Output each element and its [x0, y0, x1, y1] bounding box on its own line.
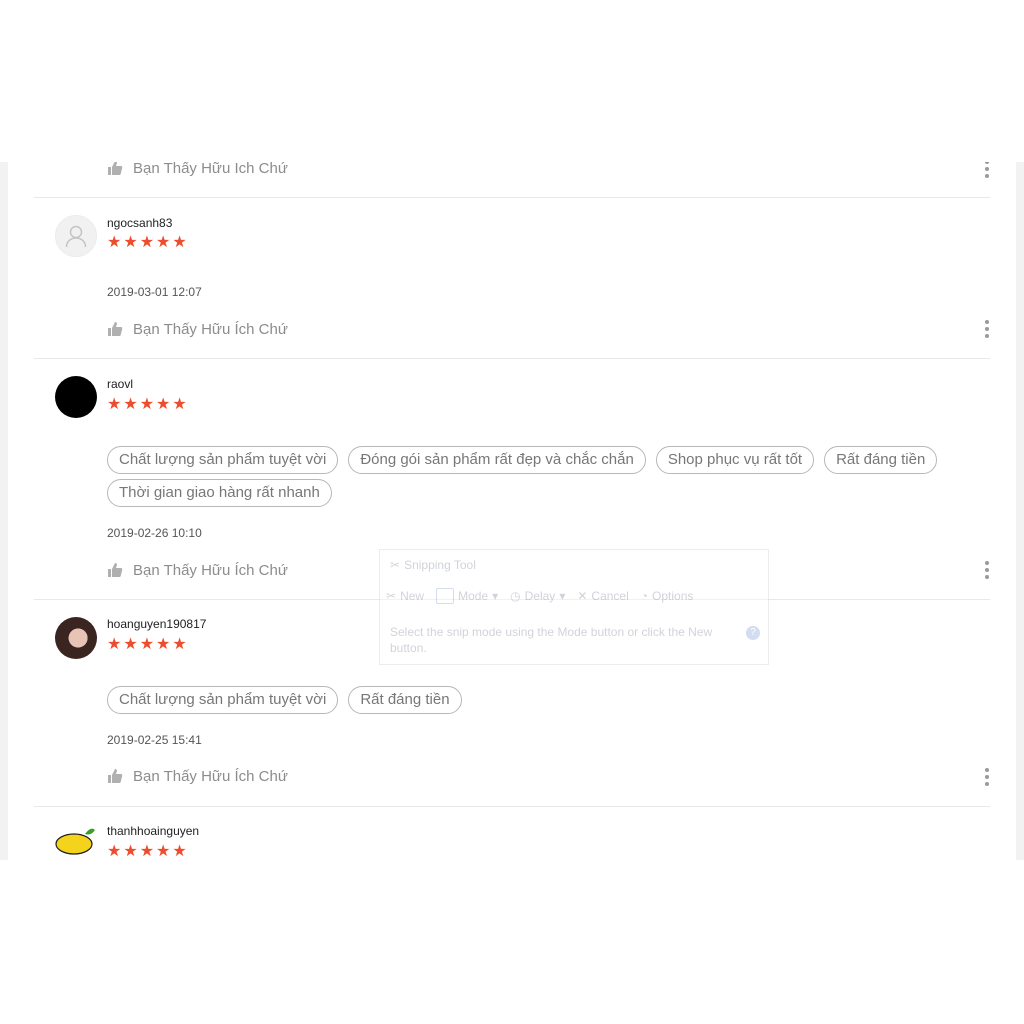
- delay-button[interactable]: ◷ Delay ▾: [510, 589, 565, 603]
- more-vertical-icon[interactable]: [984, 768, 990, 786]
- review-tags: Chất lượng sản phẩm tuyệt vời Đóng gói s…: [107, 446, 947, 507]
- mango-logo-icon: [55, 828, 95, 855]
- star-icon: ★: [172, 396, 187, 413]
- star-icon: ★: [107, 234, 122, 251]
- rating-stars: ★ ★ ★ ★ ★: [107, 637, 187, 653]
- review-list: Bạn Thấy Hữu Ích Chứ ngocsanh83 ★ ★ ★ ★ ★ 20…: [0, 162, 1024, 860]
- left-edge: [0, 162, 8, 860]
- star-icon: ★: [172, 636, 187, 653]
- divider: [34, 806, 990, 807]
- review-tag: Chất lượng sản phẩm tuyệt vời: [107, 686, 339, 714]
- snipping-toolbar: ✂ New Mode ▾ ◷ Delay ▾ ✕ Cancel ◔ Options: [386, 588, 693, 604]
- review-tag: Thời gian giao hàng rất nhanh: [107, 479, 332, 507]
- star-icon: ★: [123, 843, 138, 860]
- star-icon: ★: [172, 234, 187, 251]
- review-username[interactable]: thanhhoainguyen: [107, 824, 199, 838]
- mode-button[interactable]: Mode ▾: [436, 588, 498, 604]
- review-username[interactable]: hoanguyen190817: [107, 617, 206, 631]
- close-icon: ✕: [577, 589, 588, 603]
- more-vertical-icon[interactable]: [984, 561, 990, 579]
- helpful-button[interactable]: Bạn Thấy Hữu Ích Chứ: [107, 558, 288, 582]
- review-tag: Chất lượng sản phẩm tuyệt vời: [107, 446, 339, 474]
- more-vertical-icon[interactable]: [984, 320, 990, 338]
- star-icon: ★: [123, 234, 138, 251]
- right-edge: [1016, 162, 1024, 860]
- review-tags: Chất lượng sản phẩm tuyệt vời Rất đáng t…: [107, 686, 947, 714]
- scissors-icon: ✂: [390, 558, 401, 572]
- avatar[interactable]: [55, 376, 97, 418]
- review-username[interactable]: ngocsanh83: [107, 216, 172, 230]
- thumbs-up-icon: [108, 769, 123, 783]
- star-icon: ★: [107, 636, 122, 653]
- star-icon: ★: [123, 636, 138, 653]
- star-icon: ★: [139, 234, 155, 251]
- helpful-label: Bạn Thấy Hữu Ích Chứ: [133, 320, 288, 338]
- scissors-icon: ✂: [386, 589, 397, 603]
- helpful-label: Bạn Thấy Hữu Ích Chứ: [133, 767, 288, 785]
- star-icon: ★: [139, 843, 155, 860]
- snipping-message: Select the snip mode using the Mode butt…: [390, 625, 713, 655]
- helpful-button[interactable]: Bạn Thấy Hữu Ích Chứ: [107, 317, 288, 341]
- divider: [34, 358, 990, 359]
- rating-stars: ★ ★ ★ ★ ★: [107, 844, 187, 860]
- dropdown-icon: ▾: [559, 589, 566, 603]
- avatar[interactable]: [55, 215, 97, 257]
- star-icon: ★: [156, 636, 171, 653]
- cancel-button[interactable]: ✕ Cancel: [577, 589, 628, 603]
- avatar[interactable]: [55, 617, 97, 659]
- thumbs-up-icon: [108, 322, 123, 336]
- rating-stars: ★ ★ ★ ★ ★: [107, 235, 187, 251]
- review-username[interactable]: raovl: [107, 377, 133, 391]
- review-date: 2019-02-26 10:10: [107, 526, 202, 540]
- help-icon[interactable]: ?: [746, 626, 760, 640]
- review-tag: Rất đáng tiền: [348, 686, 462, 714]
- mode-icon: [436, 588, 455, 604]
- star-icon: ★: [107, 843, 122, 860]
- review-date: 2019-03-01 12:07: [107, 285, 202, 299]
- options-icon: ◔: [640, 589, 649, 603]
- options-button[interactable]: ◔ Options: [641, 589, 694, 603]
- clock-icon: ◷: [510, 589, 521, 603]
- snipping-tool-title: ✂ Snipping Tool: [390, 558, 476, 572]
- star-icon: ★: [156, 843, 171, 860]
- review-date: 2019-02-25 15:41: [107, 733, 202, 747]
- snipping-tool-window: ✂ Snipping Tool ✂ New Mode ▾ ◷ Delay ▾ ✕ Canc…: [379, 549, 769, 665]
- star-icon: ★: [123, 396, 138, 413]
- avatar[interactable]: [55, 824, 97, 860]
- review-tag: Shop phục vụ rất tốt: [655, 446, 815, 474]
- new-button[interactable]: ✂ New: [386, 589, 424, 603]
- helpful-label: Bạn Thấy Hữu Ích Chứ: [133, 162, 288, 177]
- star-icon: ★: [139, 636, 155, 653]
- thumbs-up-icon: [108, 563, 123, 577]
- star-icon: ★: [107, 396, 122, 413]
- more-vertical-icon[interactable]: [984, 162, 990, 178]
- star-icon: ★: [156, 396, 171, 413]
- star-icon: ★: [156, 234, 171, 251]
- helpful-button[interactable]: Bạn Thấy Hữu Ích Chứ: [107, 764, 288, 788]
- star-icon: ★: [139, 396, 155, 413]
- rating-stars: ★ ★ ★ ★ ★: [107, 397, 187, 413]
- dropdown-icon: ▾: [492, 589, 499, 603]
- divider: [34, 197, 990, 198]
- helpful-label: Bạn Thấy Hữu Ích Chứ: [133, 561, 288, 579]
- review-tag: Rất đáng tiền: [824, 446, 938, 474]
- user-avatar-icon: [65, 225, 87, 248]
- thumbs-up-icon: [108, 162, 123, 175]
- helpful-button[interactable]: Bạn Thấy Hữu Ích Chứ: [107, 162, 288, 180]
- star-icon: ★: [172, 843, 187, 860]
- review-tag: Đóng gói sản phẩm rất đẹp và chắc chắn: [348, 446, 646, 474]
